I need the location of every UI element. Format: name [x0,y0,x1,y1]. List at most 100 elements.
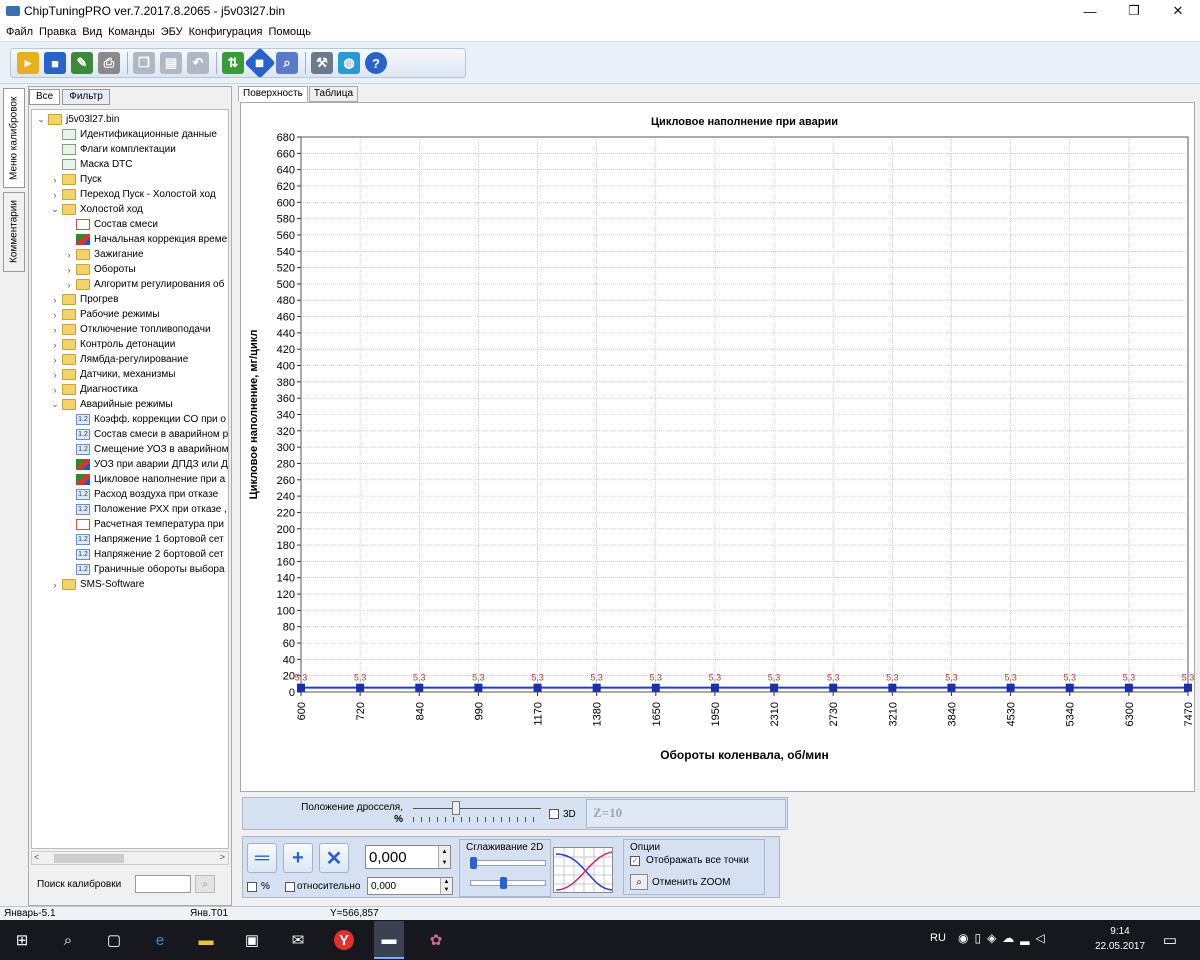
percent-checkbox[interactable] [247,882,257,892]
tree-item[interactable]: › Лямбда-регулирование [50,352,188,367]
paint-icon[interactable]: ✿ [426,930,446,950]
tree-expander-icon[interactable]: › [50,175,60,185]
tree-item[interactable]: 1.2 Напряжение 2 бортовой сет [64,547,224,562]
tree-expander-icon[interactable]: › [50,295,60,305]
ecu-read-icon[interactable]: ⇅ [222,52,244,74]
value-input[interactable]: 0,000 ▲ ▼ [365,845,451,869]
save-icon[interactable]: ■ [44,52,66,74]
menu-ecu[interactable]: ЭБУ [161,26,183,38]
tree-expander-icon[interactable]: › [64,250,74,260]
tray-icons[interactable]: ◉▯◈☁▂◁ [958,931,1051,945]
tree-item[interactable]: ⌄ Холостой ход [50,202,143,217]
value-spinner[interactable]: ▲ ▼ [438,846,450,868]
tree-expander-icon[interactable]: › [50,370,60,380]
tree-item[interactable]: Маска DTC [50,157,133,172]
menu-help[interactable]: Помощь [268,26,311,38]
tab-calibration-menu[interactable]: Меню калибровок [3,88,25,188]
tree-item[interactable]: ⌄ j5v03l27.bin [36,112,119,127]
tree-expander-icon[interactable]: ⌄ [50,204,60,215]
tree-expander-icon[interactable]: › [50,355,60,365]
relative-spinner[interactable]: ▲ ▼ [440,878,452,894]
save-as-icon[interactable]: ✎ [71,52,93,74]
task-view-icon[interactable]: ▢ [104,930,124,950]
throttle-slider[interactable] [413,808,541,814]
cancel-zoom-button[interactable]: Отменить ZOOM [652,877,730,888]
diamond-icon[interactable]: ◆ [244,47,276,79]
tree-item[interactable]: › Переход Пуск - Холостой ход [50,187,216,202]
chart-svg[interactable]: 0 20 40 60 80 100 120 140 160 180 200 220 240 260 280 3… [241,103,1196,793]
search-input[interactable] [135,875,192,893]
clock[interactable]: 9:14 22.05.2017 [1090,924,1150,954]
add-button[interactable]: + [283,843,313,873]
web-icon[interactable]: ◍ [338,52,360,74]
tab-surface[interactable]: Поверхность [238,86,308,102]
tree-item[interactable]: 1.2 Граничные обороты выбора [64,562,225,577]
scroll-thumb[interactable] [54,854,124,863]
relative-input[interactable]: 0,000 ▲ ▼ [367,877,453,895]
tools-icon[interactable]: ⚒ [311,52,333,74]
tree-item[interactable]: 1.2 Коэфф. коррекции CO при о [64,412,226,427]
tab-table[interactable]: Таблица [308,86,359,102]
tree-item[interactable]: Флаги комплектации [50,142,176,157]
tree-expander-icon[interactable]: › [50,310,60,320]
windows-start-icon[interactable]: ⊞ [12,930,32,950]
equals-button[interactable]: ═ [247,843,277,873]
menu-file[interactable]: Файл [6,26,33,38]
tree-item[interactable]: Идентификационные данные [50,127,217,142]
tree-item[interactable]: Начальная коррекция време [64,232,227,247]
tree-item[interactable]: › Рабочие режимы [50,307,159,322]
notifications-icon[interactable]: ▭ [1160,930,1180,950]
relative-checkbox[interactable] [285,882,295,892]
close-button[interactable]: ✕ [1156,0,1200,22]
menu-config[interactable]: Конфигурация [189,26,263,38]
tree-item[interactable]: Расчетная температура при [64,517,224,532]
paste-icon[interactable]: ▤ [160,52,182,74]
tree-item[interactable]: › Датчики, механизмы [50,367,175,382]
smoothing-slider-2[interactable] [470,880,546,886]
mail-icon[interactable]: ✉ [288,930,308,950]
search-taskbar-icon[interactable]: ⌕ [58,930,78,950]
show-all-points-checkbox[interactable]: ✓ [630,856,640,866]
tree-item[interactable]: 1.2 Состав смеси в аварийном р [64,427,228,442]
undo-icon[interactable]: ↶ [187,52,209,74]
smoothing-knob-1[interactable] [470,857,477,869]
tree-item[interactable]: › Алгоритм регулирования об [64,277,224,292]
tree-expander-icon[interactable]: ⌄ [50,399,60,410]
tree-expander-icon[interactable]: › [50,190,60,200]
tree-item[interactable]: › Прогрев [50,292,118,307]
tree-item[interactable]: 1.2 Напряжение 1 бортовой сет [64,532,224,547]
scroll-right-icon[interactable]: > [220,852,225,862]
3d-checkbox[interactable] [549,809,559,819]
tree-item[interactable]: 1.2 Расход воздуха при отказе [64,487,218,502]
smoothing-preview-icon[interactable] [553,847,613,893]
tree-expander-icon[interactable]: › [50,325,60,335]
yandex-browser-icon[interactable]: Y [334,930,354,950]
tree-item[interactable]: › Диагностика [50,382,138,397]
tree-tab-all[interactable]: Все [29,89,61,105]
tree-item[interactable]: УОЗ при аварии ДПДЗ или Д [64,457,228,472]
tree-expander-icon[interactable]: › [50,385,60,395]
smoothing-knob-2[interactable] [500,877,507,889]
minimize-button[interactable]: — [1068,0,1112,22]
tree-item[interactable]: › Пуск [50,172,101,187]
tree-item[interactable]: 1.2 Смещение УОЗ в аварийном [64,442,228,457]
open-icon[interactable]: ▸ [17,52,39,74]
tree-expander-icon[interactable]: › [50,340,60,350]
tree-expander-icon[interactable]: › [64,280,74,290]
scroll-left-icon[interactable]: < [34,852,39,862]
tree-item[interactable]: Цикловое наполнение при а [64,472,225,487]
menu-view[interactable]: Вид [82,26,102,38]
multiply-button[interactable]: ✕ [319,843,349,873]
explorer-icon[interactable]: ▬ [196,930,216,950]
tree-item[interactable]: › Обороты [64,262,136,277]
menu-edit[interactable]: Правка [39,26,76,38]
language-indicator[interactable]: RU [930,932,946,944]
tree-item[interactable]: › SMS-Software [50,577,144,592]
help-icon[interactable]: ? [365,52,387,74]
restore-button[interactable]: ❐ [1112,0,1156,22]
tree-item[interactable]: › Контроль детонации [50,337,175,352]
tab-comments[interactable]: Комментарии [3,192,25,272]
tree-item[interactable]: Состав смеси [64,217,158,232]
zoom-search-icon[interactable]: ⌕ [276,52,298,74]
print-icon[interactable]: ⎙ [98,52,120,74]
